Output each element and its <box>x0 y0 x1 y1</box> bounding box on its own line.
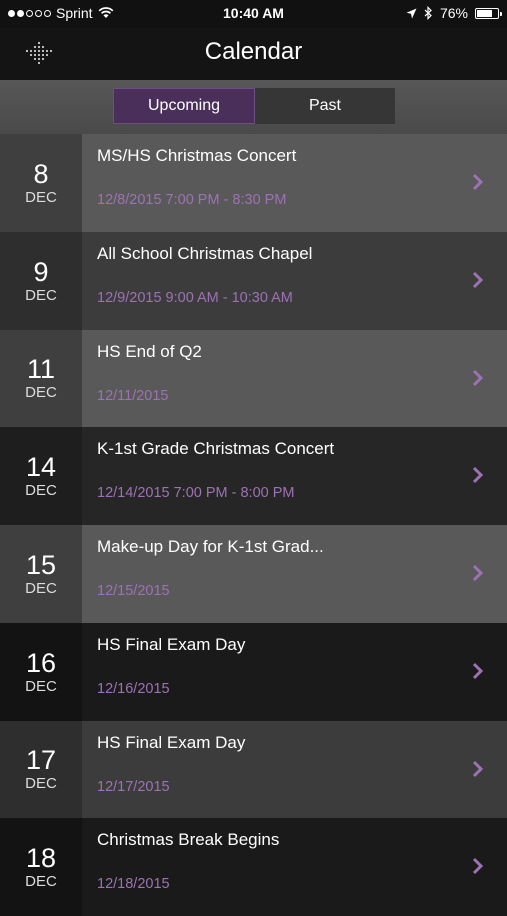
event-date: 18 DEC <box>0 818 82 916</box>
event-day: 16 <box>25 647 57 678</box>
event-time: 12/8/2015 7:00 PM - 8:30 PM <box>97 192 287 208</box>
event-info: HS Final Exam Day 12/16/2015 <box>82 622 507 721</box>
event-info: K-1st Grade Christmas Concert 12/14/2015… <box>82 427 507 525</box>
event-time: 12/11/2015 <box>97 387 169 404</box>
event-day: 17 <box>25 745 57 776</box>
status-right: 76% <box>406 5 502 21</box>
event-time: 12/18/2015 <box>97 876 170 893</box>
event-title: HS Final Exam Day <box>97 634 246 654</box>
event-row[interactable]: 18 DEC Christmas Break Begins 12/18/2015 <box>0 818 507 916</box>
event-info: Make-up Day for K-1st Grad... 12/15/2015 <box>82 525 507 623</box>
chevron-right-icon <box>472 173 484 191</box>
event-date: 8 DEC <box>0 134 82 232</box>
event-day: 9 <box>33 256 49 287</box>
event-info: HS End of Q2 12/11/2015 <box>82 329 507 428</box>
event-title: Make-up Day for K-1st Grad... <box>97 537 324 556</box>
event-month: DEC <box>25 579 57 597</box>
event-date: 15 DEC <box>0 525 82 623</box>
event-title: HS End of Q2 <box>97 341 202 361</box>
event-date: 16 DEC <box>0 622 82 721</box>
event-row[interactable]: 16 DEC HS Final Exam Day 12/16/2015 <box>0 622 507 721</box>
chevron-right-icon <box>472 271 484 288</box>
event-month: DEC <box>25 188 57 206</box>
event-day: 14 <box>25 452 57 483</box>
event-title: HS Final Exam Day <box>97 732 246 752</box>
event-list: 8 DEC MS/HS Christmas Concert 12/8/2015 … <box>0 134 507 916</box>
event-time: 12/17/2015 <box>97 778 170 795</box>
event-time: 12/16/2015 <box>97 680 170 697</box>
event-month: DEC <box>25 677 57 695</box>
event-title: Christmas Break Begins <box>97 830 280 850</box>
chevron-right-icon <box>472 369 484 386</box>
event-month: DEC <box>25 384 57 402</box>
event-day: 15 <box>25 549 57 580</box>
event-day: 18 <box>25 843 57 874</box>
event-time: 12/14/2015 7:00 PM - 8:00 PM <box>97 485 295 502</box>
event-title: K-1st Grade Christmas Concert <box>97 439 335 459</box>
event-month: DEC <box>25 286 57 304</box>
event-day: 8 <box>33 158 49 189</box>
chevron-right-icon <box>472 564 484 582</box>
event-title: MS/HS Christmas Concert <box>97 146 297 165</box>
chevron-right-icon <box>472 467 484 484</box>
event-row[interactable]: 9 DEC All School Christmas Chapel 12/9/2… <box>0 231 507 330</box>
event-month: DEC <box>25 482 57 500</box>
chevron-right-icon <box>472 858 484 875</box>
location-arrow-icon <box>406 8 417 18</box>
event-row[interactable]: 8 DEC MS/HS Christmas Concert 12/8/2015 … <box>0 134 507 232</box>
chevron-right-icon <box>472 760 484 777</box>
bluetooth-icon <box>424 6 432 20</box>
event-date: 9 DEC <box>0 231 82 330</box>
nav-bar: Calendar <box>0 28 507 80</box>
upcoming-tab[interactable]: Upcoming <box>113 88 255 124</box>
event-time: 12/15/2015 <box>97 583 170 599</box>
past-tab[interactable]: Past <box>255 88 395 124</box>
page-title: Calendar <box>204 38 303 65</box>
battery-percent: 76% <box>439 5 468 21</box>
event-info: Christmas Break Begins 12/18/2015 <box>82 818 507 916</box>
event-info: All School Christmas Chapel 12/9/2015 9:… <box>82 231 507 330</box>
event-month: DEC <box>25 775 57 793</box>
event-day: 11 <box>26 354 56 385</box>
battery-icon <box>475 7 502 19</box>
event-row[interactable]: 14 DEC K-1st Grade Christmas Concert 12/… <box>0 427 507 525</box>
event-row[interactable]: 17 DEC HS Final Exam Day 12/17/2015 <box>0 720 507 819</box>
event-row[interactable]: 15 DEC Make-up Day for K-1st Grad... 12/… <box>0 525 507 623</box>
chevron-right-icon <box>472 662 484 679</box>
event-date: 17 DEC <box>0 720 82 819</box>
upcoming-past-segmented-control: Upcoming Past <box>113 88 395 124</box>
segment-area: Upcoming Past <box>0 80 507 134</box>
battery-level <box>477 9 492 17</box>
event-date: 11 DEC <box>0 329 82 428</box>
status-bar: Sprint 10:40 AM 76% <box>0 0 507 28</box>
event-month: DEC <box>25 873 57 891</box>
event-date: 14 DEC <box>0 427 82 525</box>
event-row[interactable]: 11 DEC HS End of Q2 12/11/2015 <box>0 329 507 428</box>
event-time: 12/9/2015 9:00 AM - 10:30 AM <box>97 289 293 306</box>
event-info: HS Final Exam Day 12/17/2015 <box>82 720 507 819</box>
event-info: MS/HS Christmas Concert 12/8/2015 7:00 P… <box>82 134 507 232</box>
event-title: All School Christmas Chapel <box>97 243 313 263</box>
